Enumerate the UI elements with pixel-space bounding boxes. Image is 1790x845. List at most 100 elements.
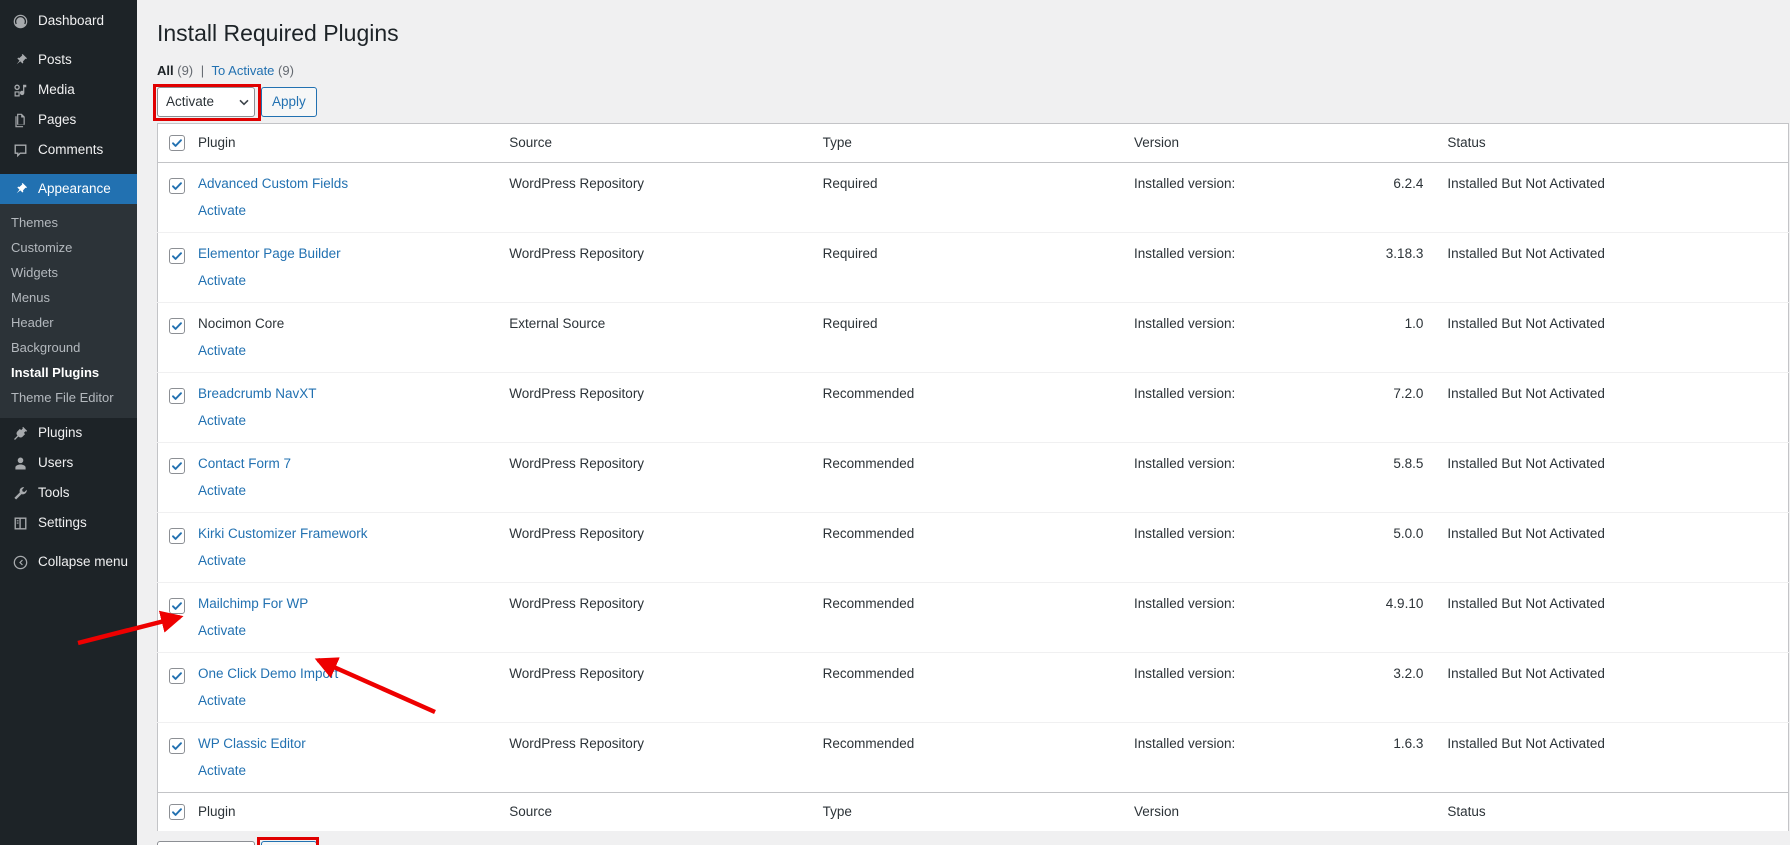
- sidebar-item-tools[interactable]: Tools: [0, 478, 137, 508]
- sidebar-item-pages[interactable]: Pages: [0, 105, 137, 135]
- plugin-version-cell: Installed version: 1.0: [1133, 302, 1448, 373]
- row-select-checkbox[interactable]: [169, 388, 185, 405]
- bulk-action-select-bottom[interactable]: Activate: [157, 840, 255, 845]
- submenu-item-widgets[interactable]: Widgets: [0, 260, 137, 285]
- row-checkbox-cell: [157, 582, 198, 653]
- row-actions: Activate: [198, 201, 499, 221]
- filter-to-activate-label[interactable]: To Activate: [212, 63, 275, 78]
- row-select-checkbox[interactable]: [169, 598, 185, 615]
- plugins-table-head: Plugin Source Type Version Status: [157, 123, 1789, 163]
- sidebar-item-dashboard[interactable]: Dashboard: [0, 6, 137, 36]
- plugin-name-link[interactable]: Breadcrumb NavXT: [198, 384, 499, 404]
- submenu-item-theme-file-editor[interactable]: Theme File Editor: [0, 385, 137, 410]
- version-number: 7.2.0: [1393, 385, 1424, 401]
- submenu-item-menus[interactable]: Menus: [0, 285, 137, 310]
- sidebar-item-comments[interactable]: Comments: [0, 135, 137, 165]
- row-select-checkbox[interactable]: [169, 178, 185, 195]
- row-select-checkbox[interactable]: [169, 248, 185, 265]
- plugin-name-cell: Contact Form 7 Activate: [198, 442, 510, 513]
- version-label: Installed version:: [1133, 665, 1236, 681]
- version-number: 1.0: [1404, 315, 1424, 331]
- filter-to-activate-count: (9): [278, 62, 294, 78]
- plugins-icon: [11, 424, 29, 442]
- row-actions: Activate: [198, 551, 499, 571]
- activate-link[interactable]: Activate: [198, 553, 246, 568]
- row-select-checkbox[interactable]: [169, 528, 185, 545]
- activate-link[interactable]: Activate: [198, 623, 246, 638]
- plugin-name-link[interactable]: Kirki Customizer Framework: [198, 524, 499, 544]
- activate-link[interactable]: Activate: [198, 693, 246, 708]
- column-header-plugin: Plugin: [198, 123, 510, 163]
- plugin-status-cell: Installed But Not Activated: [1447, 512, 1789, 583]
- status-filter-links: All (9) | To Activate (9): [157, 61, 1790, 81]
- version-label: Installed version:: [1133, 385, 1236, 401]
- filter-all-label[interactable]: All: [157, 63, 174, 78]
- plugin-type-cell: Recommended: [822, 372, 1134, 443]
- plugin-type-cell: Recommended: [822, 442, 1134, 513]
- plugin-name-cell: WP Classic Editor Activate: [198, 722, 509, 792]
- submenu-item-background[interactable]: Background: [0, 335, 137, 360]
- column-footer-plugin: Plugin: [198, 791, 510, 831]
- admin-sidebar: Dashboard Posts Media Pages Comments App…: [0, 0, 145, 845]
- apply-button-top[interactable]: Apply: [261, 86, 317, 117]
- row-select-checkbox[interactable]: [169, 668, 185, 685]
- plugin-version-cell: Installed version: 4.9.10: [1133, 582, 1448, 653]
- version-label: Installed version:: [1133, 735, 1236, 751]
- plugin-source-cell: WordPress Repository: [509, 442, 823, 513]
- activate-link[interactable]: Activate: [198, 483, 246, 498]
- row-actions: Activate: [198, 691, 499, 711]
- sidebar-item-label: Appearance: [38, 181, 111, 196]
- sidebar-item-posts[interactable]: Posts: [0, 45, 137, 75]
- row-select-checkbox[interactable]: [169, 318, 185, 335]
- comments-icon: [11, 141, 29, 159]
- submenu-item-customize[interactable]: Customize: [0, 235, 137, 260]
- plugin-type-cell: Recommended: [822, 512, 1134, 583]
- row-actions: Activate: [198, 271, 499, 291]
- sidebar-item-label: Settings: [38, 515, 87, 530]
- row-select-checkbox[interactable]: [169, 458, 185, 475]
- plugin-type-cell: Recommended: [822, 582, 1134, 653]
- bulk-action-select-top[interactable]: Activate: [157, 86, 255, 117]
- table-footer-row: Plugin Source Type Version Status: [157, 791, 1789, 831]
- sidebar-item-collapse-menu[interactable]: Collapse menu: [0, 547, 137, 577]
- select-all-checkbox-top[interactable]: [169, 135, 185, 152]
- plugin-name-link[interactable]: Contact Form 7: [198, 454, 499, 474]
- sidebar-item-label: Posts: [38, 52, 72, 67]
- submenu-item-header[interactable]: Header: [0, 310, 137, 335]
- activate-link[interactable]: Activate: [198, 203, 246, 218]
- sidebar-item-media[interactable]: Media: [0, 75, 137, 105]
- main-content: Install Required Plugins All (9) | To Ac…: [137, 0, 1790, 845]
- apply-button-bottom[interactable]: Apply: [261, 840, 317, 845]
- plugin-name-link[interactable]: Elementor Page Builder: [198, 244, 499, 264]
- activate-link[interactable]: Activate: [198, 343, 246, 358]
- row-checkbox-cell: [157, 442, 198, 513]
- activate-link[interactable]: Activate: [198, 273, 246, 288]
- plugin-name-link[interactable]: One Click Demo Import: [198, 664, 499, 684]
- plugin-type-cell: Required: [822, 232, 1134, 303]
- activate-link[interactable]: Activate: [198, 763, 246, 778]
- table-row: Contact Form 7 Activate WordPress Reposito…: [157, 442, 1789, 513]
- plugin-version-cell: Installed version: 3.2.0: [1133, 652, 1448, 723]
- plugin-source-cell: WordPress Repository: [509, 232, 823, 303]
- version-number: 3.18.3: [1385, 245, 1424, 261]
- plugin-name-link[interactable]: Mailchimp For WP: [198, 594, 499, 614]
- sidebar-item-plugins[interactable]: Plugins: [0, 418, 137, 448]
- activate-link[interactable]: Activate: [198, 413, 246, 428]
- submenu-item-themes[interactable]: Themes: [0, 210, 137, 235]
- plugin-name-link[interactable]: WP Classic Editor: [198, 734, 499, 754]
- row-checkbox-cell: [158, 722, 199, 792]
- plugin-name-cell: Breadcrumb NavXT Activate: [198, 372, 510, 443]
- sidebar-item-appearance[interactable]: Appearance: [0, 174, 145, 204]
- plugin-status-cell: Installed But Not Activated: [1447, 735, 1605, 751]
- plugin-status-cell: Installed But Not Activated: [1447, 232, 1789, 303]
- plugin-name-link[interactable]: Advanced Custom Fields: [198, 174, 499, 194]
- row-checkbox-cell: [157, 162, 198, 233]
- submenu-item-install-plugins[interactable]: Install Plugins: [0, 360, 137, 385]
- row-select-checkbox[interactable]: [169, 738, 185, 755]
- sidebar-item-settings[interactable]: Settings: [0, 508, 137, 538]
- version-label: Installed version:: [1133, 175, 1236, 191]
- sidebar-item-users[interactable]: Users: [0, 448, 137, 478]
- select-all-checkbox-bottom[interactable]: [169, 804, 185, 821]
- version-label: Installed version:: [1133, 525, 1236, 541]
- plugin-status-cell: Installed But Not Activated: [1447, 652, 1789, 723]
